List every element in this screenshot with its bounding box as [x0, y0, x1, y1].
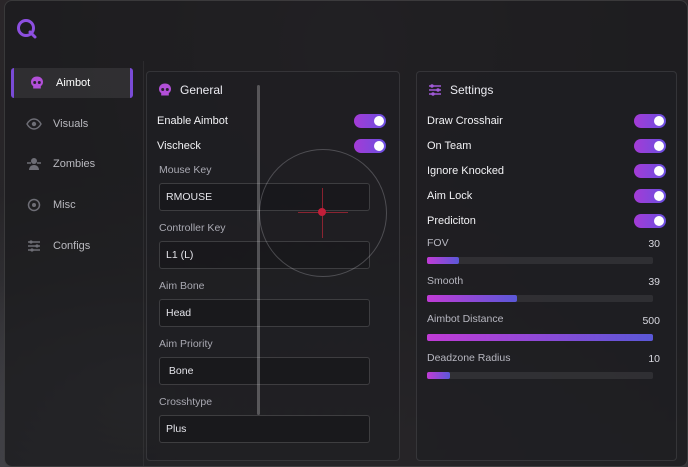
slider-fill — [427, 295, 518, 302]
sidebar-item-label: Aimbot — [56, 77, 91, 89]
fov-slider[interactable] — [427, 257, 653, 264]
ignore-knocked-toggle[interactable] — [634, 164, 666, 178]
slider-fill — [427, 372, 450, 379]
sidebar-item-aimbot[interactable]: Aimbot — [11, 68, 133, 98]
app-logo-icon — [15, 17, 39, 41]
field-value: L1 (L) — [166, 249, 194, 261]
aim-priority-select[interactable]: Bone — [159, 357, 370, 385]
on-team-toggle[interactable] — [634, 139, 666, 153]
settings-list-icon — [25, 237, 43, 255]
crosshair-center-dot — [318, 208, 326, 216]
sliders-icon — [25, 196, 43, 214]
smooth-value: 39 — [648, 276, 660, 288]
crosshtype-select[interactable]: Plus — [159, 415, 370, 443]
field-value: Head — [166, 307, 192, 319]
sidebar: Aimbot Visuals Zombies Misc Configs — [5, 61, 144, 466]
general-panel: General Enable Aimbot Vischeck Mouse Key… — [146, 71, 400, 461]
aim-priority-label: Aim Priority — [159, 338, 213, 350]
mouse-key-label: Mouse Key — [159, 164, 212, 176]
sidebar-item-visuals[interactable]: Visuals — [11, 109, 127, 139]
prediction-label: Prediciton — [427, 215, 476, 227]
sidebar-item-label: Zombies — [53, 158, 96, 170]
sliders-icon — [427, 82, 443, 98]
settings-panel-title: Settings — [427, 80, 493, 100]
sidebar-item-configs[interactable]: Configs — [11, 231, 127, 261]
vischeck-toggle[interactable] — [354, 139, 386, 153]
on-team-label: On Team — [427, 140, 472, 152]
settings-panel: Settings Draw Crosshair On Team Ignore K… — [416, 71, 677, 461]
zombie-icon — [25, 155, 43, 173]
enable-aimbot-label: Enable Aimbot — [157, 115, 228, 127]
draw-crosshair-toggle[interactable] — [634, 114, 666, 128]
slider-fill — [427, 334, 653, 341]
sidebar-item-zombies[interactable]: Zombies — [11, 149, 127, 179]
crosshtype-label: Crosshtype — [159, 396, 213, 408]
general-panel-title: General — [157, 80, 223, 100]
draw-crosshair-label: Draw Crosshair — [427, 115, 503, 127]
field-value: RMOUSE — [166, 191, 213, 203]
sidebar-item-misc[interactable]: Misc — [11, 190, 127, 220]
deadzone-radius-slider[interactable] — [427, 372, 653, 379]
skull-icon — [157, 82, 173, 98]
sidebar-item-label: Configs — [53, 240, 91, 252]
cheat-menu-window: Aimbot Visuals Zombies Misc Configs Gene… — [4, 0, 688, 467]
skull-icon — [28, 74, 46, 92]
field-value: Bone — [166, 365, 194, 377]
aimbot-distance-value: 500 — [642, 315, 660, 327]
ignore-knocked-label: Ignore Knocked — [427, 165, 505, 177]
controller-key-label: Controller Key — [159, 222, 226, 234]
fov-value: 30 — [648, 238, 660, 250]
deadzone-radius-value: 10 — [648, 353, 660, 365]
deadzone-radius-label: Deadzone Radius — [427, 352, 511, 364]
vischeck-label: Vischeck — [157, 140, 201, 152]
general-panel-scrollbar[interactable] — [257, 85, 260, 415]
slider-fill — [427, 257, 459, 264]
aimbot-distance-slider[interactable] — [427, 334, 653, 341]
enable-aimbot-toggle[interactable] — [354, 114, 386, 128]
panel-title-text: Settings — [450, 83, 494, 97]
aim-bone-label: Aim Bone — [159, 280, 205, 292]
fov-label: FOV — [427, 237, 449, 249]
sidebar-item-label: Visuals — [53, 118, 89, 130]
panel-title-text: General — [180, 83, 223, 97]
eye-icon — [25, 115, 43, 133]
smooth-slider[interactable] — [427, 295, 653, 302]
prediction-toggle[interactable] — [634, 214, 666, 228]
aim-lock-label: Aim Lock — [427, 190, 473, 202]
sidebar-item-label: Misc — [53, 199, 76, 211]
aim-bone-select[interactable]: Head — [159, 299, 370, 327]
aim-lock-toggle[interactable] — [634, 189, 666, 203]
crosshair-preview — [259, 149, 387, 277]
field-value: Plus — [166, 423, 187, 435]
aimbot-distance-label: Aimbot Distance — [427, 313, 504, 325]
smooth-label: Smooth — [427, 275, 464, 287]
